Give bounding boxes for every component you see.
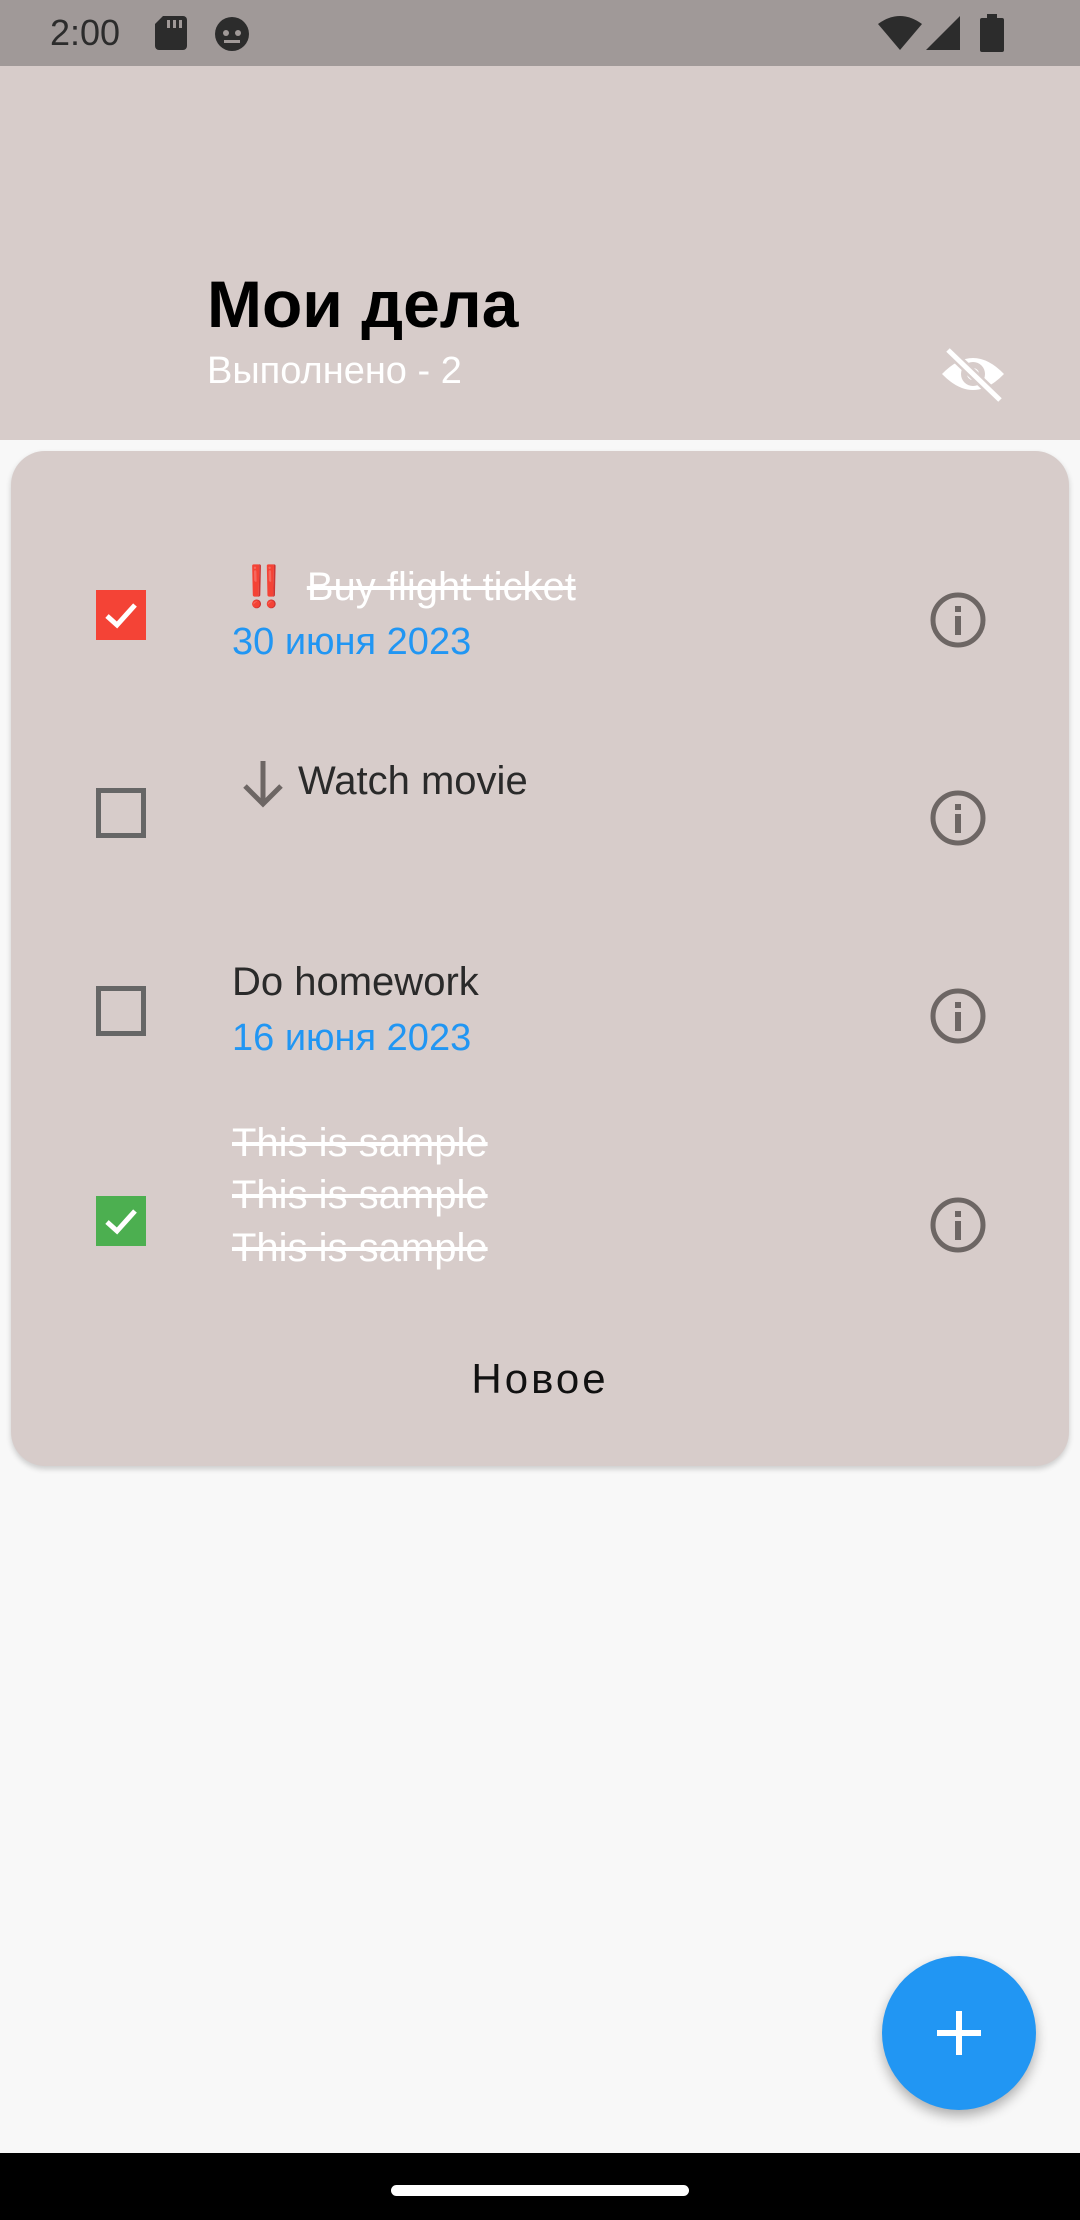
- info-icon: [930, 988, 986, 1044]
- eye-off-icon: [942, 346, 1004, 404]
- info-icon: [930, 1197, 986, 1253]
- status-time: 2:00: [50, 12, 121, 53]
- page-title: Мои дела: [207, 267, 519, 341]
- home-gesture-handle[interactable]: [391, 2185, 689, 2196]
- task-info-button[interactable]: [929, 1196, 987, 1254]
- task-text-line: This is sample: [232, 1173, 488, 1217]
- battery-icon: [980, 14, 1004, 52]
- task-info-button[interactable]: [929, 591, 987, 649]
- sd-card-icon: [155, 16, 187, 50]
- task-text-line: This is sample: [232, 1121, 488, 1165]
- task-info-button[interactable]: [929, 987, 987, 1045]
- info-icon: [930, 790, 986, 846]
- app-bar: [0, 66, 1080, 440]
- task-checkbox[interactable]: [96, 1196, 146, 1246]
- plus-icon: [937, 2011, 981, 2055]
- add-task-fab[interactable]: [882, 1956, 1036, 2110]
- status-bar: 2:00: [0, 0, 1080, 66]
- task-text-line: This is sample: [232, 1226, 488, 1270]
- visibility-toggle-button[interactable]: [938, 344, 1008, 404]
- task-info-button[interactable]: [929, 789, 987, 847]
- task-date: 30 июня 2023: [232, 621, 472, 663]
- arrow-down-icon: [243, 761, 283, 808]
- navigation-bar: [0, 2153, 1080, 2220]
- tasks-card: ‼️ Buy flight ticket 30 июня 2023 Watch m…: [11, 451, 1069, 1466]
- task-text: Watch movie: [298, 759, 528, 803]
- completed-count: Выполнено - 2: [207, 350, 462, 392]
- task-checkbox[interactable]: [96, 986, 146, 1036]
- task-text: ‼️ Buy flight ticket: [239, 565, 576, 609]
- info-icon: [930, 592, 986, 648]
- task-checkbox[interactable]: [96, 788, 146, 838]
- check-icon: [105, 1209, 137, 1235]
- check-icon: [105, 603, 137, 629]
- double-exclamation-icon: ‼️: [239, 565, 289, 609]
- new-task-button[interactable]: Новое: [0, 1355, 1080, 1403]
- task-checkbox[interactable]: [96, 590, 146, 640]
- android-debug-icon: [215, 17, 249, 51]
- task-date: 16 июня 2023: [232, 1017, 472, 1059]
- wifi-icon: [878, 16, 922, 50]
- signal-icon: [926, 16, 960, 50]
- task-text: Do homework: [232, 960, 479, 1004]
